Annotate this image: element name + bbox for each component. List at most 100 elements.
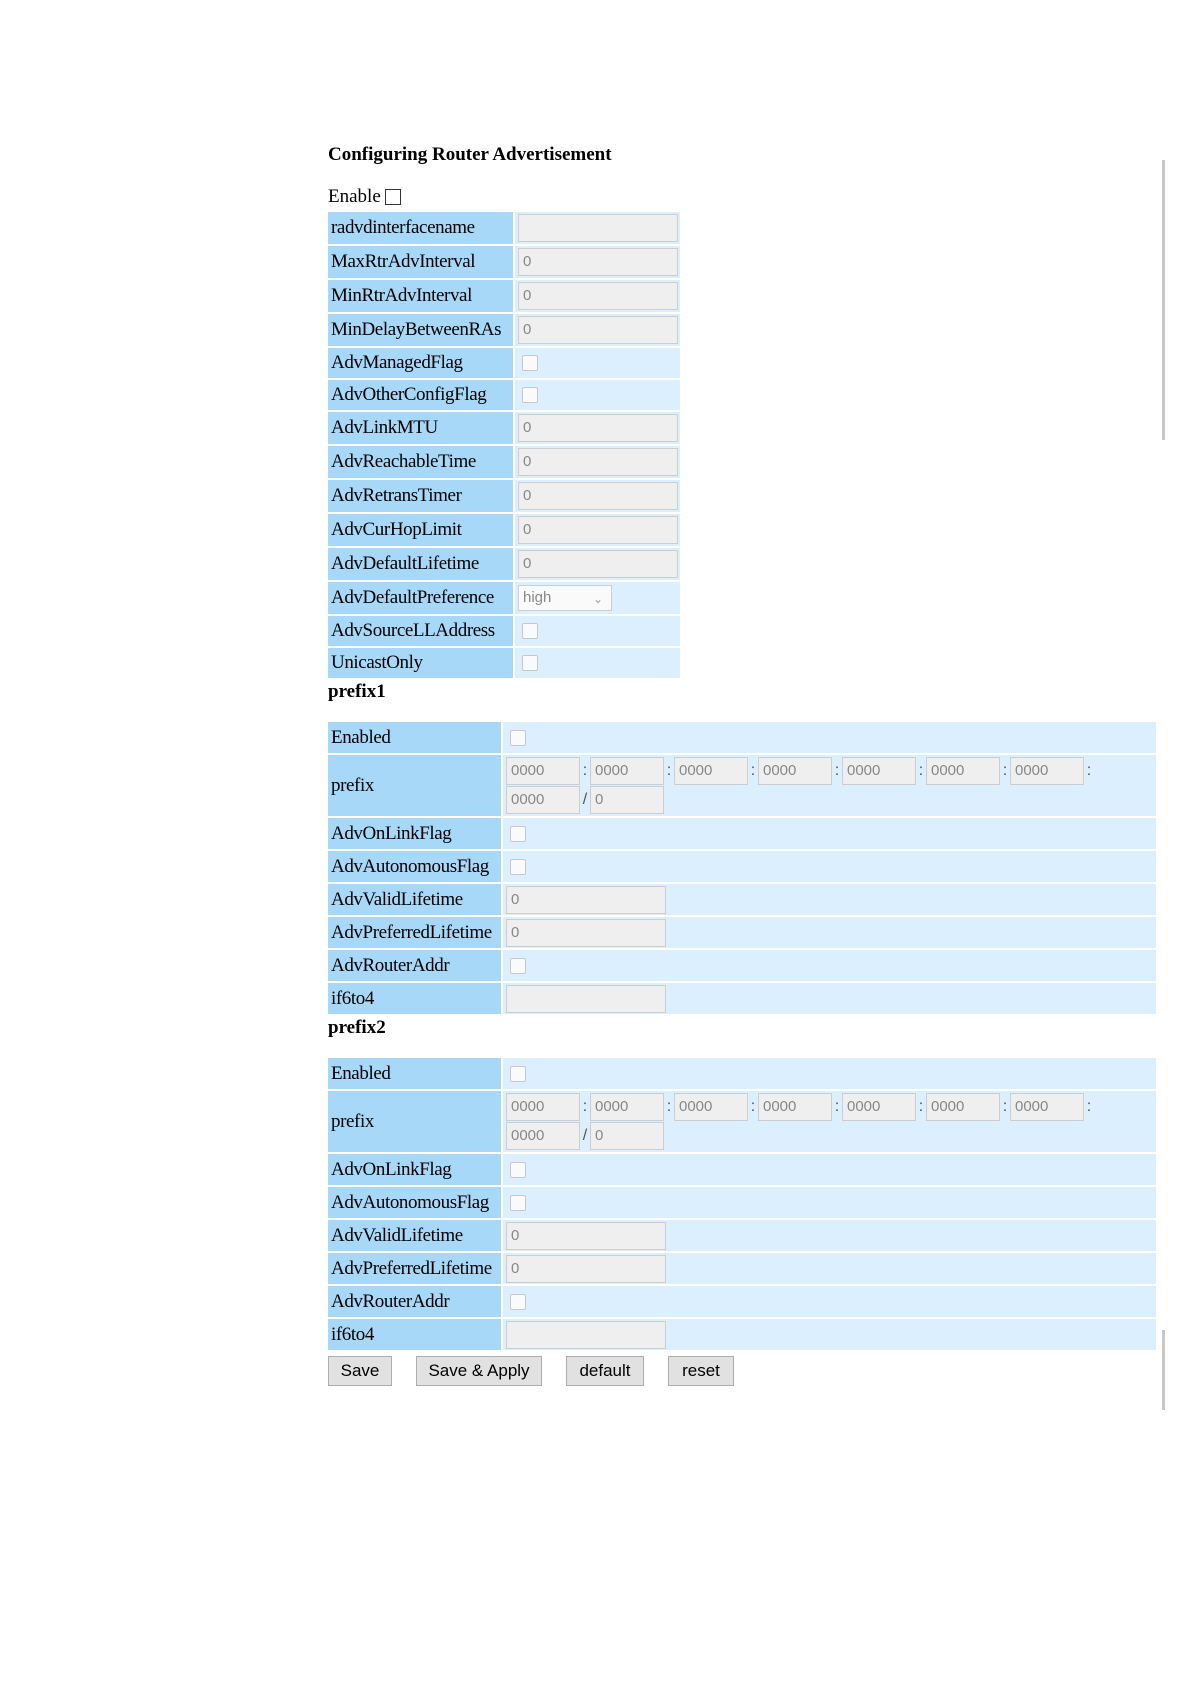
field-label: AdvValidLifetime xyxy=(328,884,501,915)
adv-reachable-time-input[interactable]: 0 xyxy=(518,448,678,476)
adv-default-preference-select[interactable]: high ⌄ xyxy=(518,585,612,611)
field-value xyxy=(515,616,680,646)
field-label: AdvDefaultPreference xyxy=(328,582,513,614)
field-value: 0 xyxy=(515,548,680,580)
address-segment-input[interactable]: 0000 xyxy=(758,757,832,785)
scrollbar-lower[interactable] xyxy=(1162,1330,1165,1410)
save-button[interactable]: Save xyxy=(328,1356,392,1386)
prefix-field-row: AdvRouterAddr xyxy=(328,950,1156,981)
field-value xyxy=(515,648,680,678)
field-label: AdvRetransTimer xyxy=(328,480,513,512)
colon-separator: : xyxy=(666,1098,672,1115)
save-apply-button[interactable]: Save & Apply xyxy=(416,1356,542,1386)
page-content: Configuring Router Advertisement Enable … xyxy=(328,140,1158,1386)
adv-valid-lifetime-input[interactable]: 0 xyxy=(506,885,666,914)
min-delay-between-ras-input[interactable]: 0 xyxy=(518,316,678,344)
adv-on-link-flag-checkbox[interactable] xyxy=(510,1161,526,1178)
address-segment-input[interactable]: 0000 xyxy=(842,757,916,785)
field-label: AdvOnLinkFlag xyxy=(328,818,501,849)
prefix-table: Enabled prefix 0000:0000:0000:0000:0000:00… xyxy=(326,720,1158,1016)
address-segment-input[interactable]: 0000 xyxy=(674,757,748,785)
settings-row: MinDelayBetweenRAs 0 xyxy=(328,314,680,346)
adv-preferred-lifetime-input[interactable]: 0 xyxy=(506,918,666,947)
field-label: AdvReachableTime xyxy=(328,446,513,478)
adv-router-addr-checkbox[interactable] xyxy=(510,1293,526,1310)
adv-link-mtu-input[interactable]: 0 xyxy=(518,414,678,442)
colon-separator: : xyxy=(834,762,840,779)
address-segment-input[interactable]: 0000 xyxy=(506,757,580,785)
reset-button[interactable]: reset xyxy=(668,1356,734,1386)
adv-router-addr-checkbox[interactable] xyxy=(510,957,526,974)
field-value: 0 xyxy=(515,446,680,478)
min-rtr-adv-interval-input[interactable]: 0 xyxy=(518,282,678,310)
prefix-enabled-row: Enabled xyxy=(328,722,1156,753)
address-segment-input[interactable]: 0000 xyxy=(506,1122,580,1150)
enable-label: Enable xyxy=(328,186,381,207)
settings-row: MaxRtrAdvInterval 0 xyxy=(328,246,680,278)
colon-separator: : xyxy=(918,762,924,779)
field-value xyxy=(503,1058,1156,1089)
address-segment-input[interactable]: 0000 xyxy=(758,1093,832,1121)
adv-autonomous-flag-checkbox[interactable] xyxy=(510,1194,526,1211)
settings-row: AdvCurHopLimit 0 xyxy=(328,514,680,546)
prefix-length-input[interactable]: 0 xyxy=(590,1122,664,1150)
settings-row: AdvOtherConfigFlag xyxy=(328,380,680,410)
settings-row: AdvReachableTime 0 xyxy=(328,446,680,478)
enable-checkbox[interactable] xyxy=(384,189,401,205)
field-label: AdvRouterAddr xyxy=(328,950,501,981)
adv-autonomous-flag-checkbox[interactable] xyxy=(510,858,526,875)
prefix-length-input[interactable]: 0 xyxy=(590,786,664,814)
field-value xyxy=(515,348,680,378)
address-segment-input[interactable]: 0000 xyxy=(1010,1093,1084,1121)
field-label: AdvRouterAddr xyxy=(328,1286,501,1317)
adv-other-config-flag-checkbox[interactable] xyxy=(522,387,538,403)
prefix-heading: prefix2 xyxy=(328,1017,386,1038)
field-label: MinDelayBetweenRAs xyxy=(328,314,513,346)
colon-separator: : xyxy=(750,762,756,779)
adv-cur-hop-limit-input[interactable]: 0 xyxy=(518,516,678,544)
if6to4-input[interactable] xyxy=(506,1320,666,1349)
address-segment-input[interactable]: 0000 xyxy=(926,757,1000,785)
prefix-field-row: if6to4 xyxy=(328,983,1156,1014)
prefix-field-row: if6to4 xyxy=(328,1319,1156,1350)
field-label: Enabled xyxy=(328,1058,501,1089)
prefix-enabled-checkbox[interactable] xyxy=(510,729,526,746)
slash-separator: / xyxy=(582,1127,588,1144)
address-segment-input[interactable]: 0000 xyxy=(506,1093,580,1121)
address-segment-input[interactable]: 0000 xyxy=(590,757,664,785)
adv-retrans-timer-input[interactable]: 0 xyxy=(518,482,678,510)
page-title: Configuring Router Advertisement xyxy=(328,144,612,165)
adv-preferred-lifetime-input[interactable]: 0 xyxy=(506,1254,666,1283)
radvdinterfacename-input[interactable] xyxy=(518,214,678,242)
field-label: AdvAutonomousFlag xyxy=(328,1187,501,1218)
button-bar: Save Save & Apply default reset xyxy=(328,1356,1158,1386)
address-segment-input[interactable]: 0000 xyxy=(590,1093,664,1121)
adv-on-link-flag-checkbox[interactable] xyxy=(510,825,526,842)
adv-valid-lifetime-input[interactable]: 0 xyxy=(506,1221,666,1250)
field-label: AdvOtherConfigFlag xyxy=(328,380,513,410)
address-segment-input[interactable]: 0000 xyxy=(926,1093,1000,1121)
max-rtr-adv-interval-input[interactable]: 0 xyxy=(518,248,678,276)
prefix-enabled-row: Enabled xyxy=(328,1058,1156,1089)
scrollbar-track[interactable] xyxy=(1162,160,1165,440)
address-segment-input[interactable]: 0000 xyxy=(842,1093,916,1121)
field-value: 0 xyxy=(515,280,680,312)
unicast-only-checkbox[interactable] xyxy=(522,655,538,671)
field-label: AdvLinkMTU xyxy=(328,412,513,444)
address-segment-input[interactable]: 0000 xyxy=(1010,757,1084,785)
colon-separator: : xyxy=(1086,762,1092,779)
colon-separator: : xyxy=(582,762,588,779)
field-label: MaxRtrAdvInterval xyxy=(328,246,513,278)
if6to4-input[interactable] xyxy=(506,984,666,1013)
field-value: 0 xyxy=(503,917,1156,948)
default-button[interactable]: default xyxy=(566,1356,644,1386)
adv-source-lladdress-checkbox[interactable] xyxy=(522,623,538,639)
address-segment-input[interactable]: 0000 xyxy=(506,786,580,814)
settings-row: MinRtrAdvInterval 0 xyxy=(328,280,680,312)
adv-managed-flag-checkbox[interactable] xyxy=(522,355,538,371)
prefix-field-row: AdvPreferredLifetime 0 xyxy=(328,917,1156,948)
address-segment-input[interactable]: 0000 xyxy=(674,1093,748,1121)
field-label: AdvDefaultLifetime xyxy=(328,548,513,580)
adv-default-lifetime-input[interactable]: 0 xyxy=(518,550,678,578)
prefix-enabled-checkbox[interactable] xyxy=(510,1065,526,1082)
